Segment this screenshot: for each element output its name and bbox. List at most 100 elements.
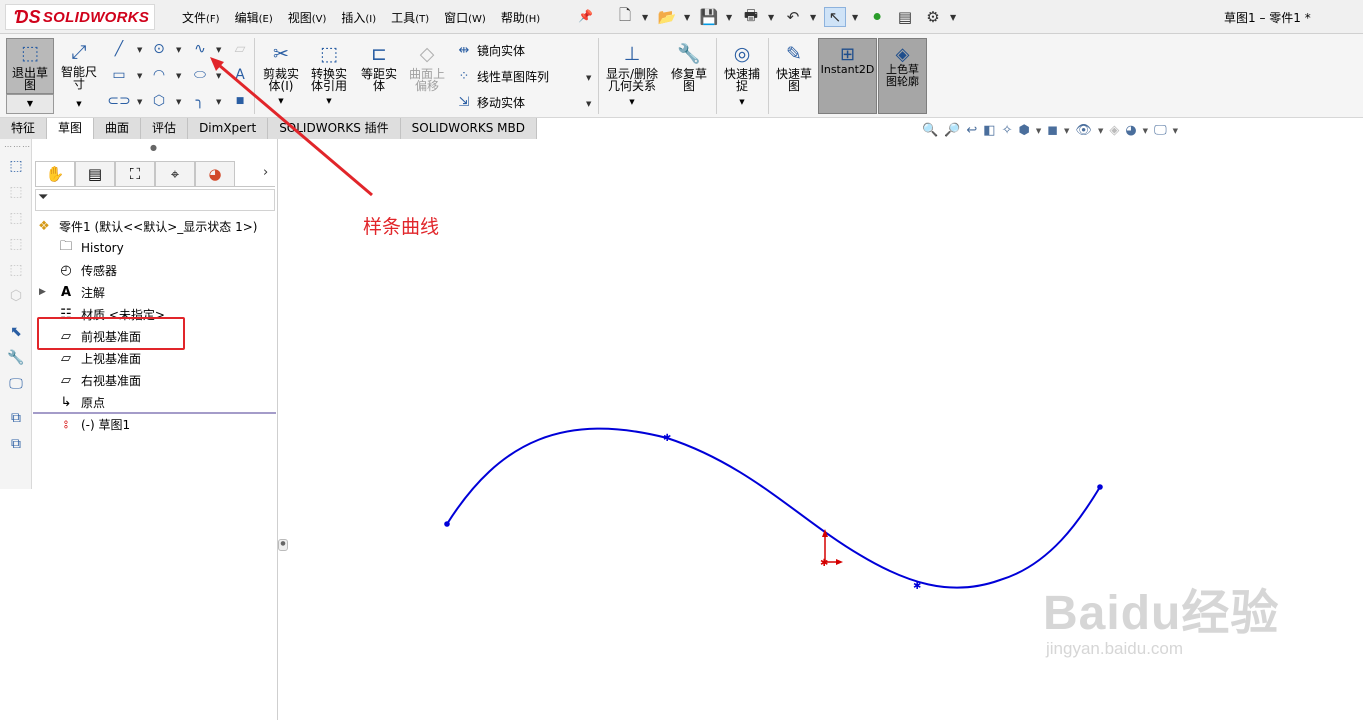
chevron-down-icon[interactable]: ▼ <box>216 98 221 106</box>
select-sketch-icon[interactable]: ⬉ <box>7 323 25 341</box>
tree-item-right-plane[interactable]: ▱ 右视基准面 <box>57 371 141 389</box>
select-cursor-icon[interactable]: ↖ <box>824 7 846 27</box>
display-manager-tab-icon[interactable]: ◕ <box>195 161 235 186</box>
panel-splitter[interactable]: ● <box>278 139 290 720</box>
chevron-down-icon[interactable]: ▼ <box>950 13 958 22</box>
layers-icon[interactable]: ⧉ <box>7 409 25 427</box>
chevron-down-icon[interactable]: ▼ <box>137 46 142 54</box>
rollback-bar[interactable] <box>33 412 276 414</box>
chevron-down-icon[interactable]: ▼ <box>216 46 221 54</box>
text-icon[interactable]: A <box>231 66 249 84</box>
circle-icon[interactable]: ⊙ <box>150 40 168 58</box>
file-properties-icon[interactable]: ▤ <box>894 7 916 27</box>
property-manager-tab-icon[interactable]: ▤ <box>75 161 115 186</box>
dynamic-annotation-icon[interactable]: ✧ <box>1002 123 1013 138</box>
display-style-icon[interactable]: ◼ <box>1047 123 1058 138</box>
view-settings-monitor-icon[interactable]: 🖵 <box>1154 123 1167 138</box>
chevron-down-icon[interactable]: ▼ <box>326 95 331 107</box>
open-folder-icon[interactable]: 📂 <box>656 7 678 27</box>
wrench-settings-icon[interactable]: 🔧 <box>7 349 25 367</box>
hide-show-items-icon[interactable]: 👁 <box>1075 123 1092 138</box>
expand-arrow-icon[interactable]: ▶ <box>39 287 46 297</box>
move-entities-button[interactable]: ⇲ 移动实体 <box>455 94 525 111</box>
chevron-down-icon[interactable]: ▼ <box>852 13 860 22</box>
view-orientation-icon[interactable]: ⬢ <box>1018 123 1029 138</box>
fillet-icon[interactable]: ╮ <box>191 92 209 110</box>
spline-control-point[interactable]: ✱ <box>913 581 921 592</box>
chevron-down-icon[interactable]: ▼ <box>1143 127 1148 135</box>
previous-view-icon[interactable]: ↩ <box>966 123 977 138</box>
chevron-down-icon[interactable]: ▼ <box>216 72 221 80</box>
convert-entities-button[interactable]: ⬚ 转换实体引用 ▼ <box>306 42 352 107</box>
point-icon[interactable]: ■ <box>231 92 249 110</box>
chevron-down-icon[interactable]: ▼ <box>1036 127 1041 135</box>
tab-addins[interactable]: SOLIDWORKS 插件 <box>268 118 401 139</box>
chevron-right-icon[interactable]: › <box>263 161 275 186</box>
tree-item-origin[interactable]: ↳ 原点 <box>57 393 105 411</box>
chevron-down-icon[interactable]: ▼ <box>1098 127 1103 135</box>
menu-file[interactable]: 文件(F) <box>182 9 220 26</box>
tab-surfaces[interactable]: 曲面 <box>94 118 142 139</box>
menu-insert[interactable]: 插入(I) <box>341 9 376 26</box>
panel-grip-icon[interactable]: ● <box>150 143 157 152</box>
tab-dimxpert[interactable]: DimXpert <box>188 118 269 139</box>
chevron-down-icon[interactable]: ▼ <box>684 13 692 22</box>
tree-root-part[interactable]: ❖ 零件1 (默认<<默认>_显示状态 1>) <box>35 217 257 235</box>
menu-view[interactable]: 视图(V) <box>288 9 327 26</box>
instant2d-button[interactable]: ⊞ Instant2D <box>818 38 877 114</box>
line-icon[interactable]: ╱ <box>110 40 128 58</box>
dimxpert-manager-tab-icon[interactable]: ⌖ <box>155 161 195 186</box>
chevron-down-icon[interactable]: ▼ <box>586 74 591 82</box>
zoom-to-fit-icon[interactable]: 🔍 <box>922 123 938 138</box>
chevron-down-icon[interactable]: ▼ <box>176 72 181 80</box>
chevron-down-icon[interactable]: ▼ <box>137 72 142 80</box>
exit-sketch-button[interactable]: ⬚ 退出草图 <box>6 38 54 94</box>
tree-item-sketch1[interactable]: ⦂ (-) 草图1 <box>57 415 130 433</box>
chevron-down-icon[interactable]: ▼ <box>176 46 181 54</box>
ellipse-icon[interactable]: ⬭ <box>191 66 209 84</box>
shaded-sketch-contours-button[interactable]: ◈ 上色草图轮廓 <box>878 38 927 114</box>
chevron-down-icon[interactable]: ▼ <box>642 13 650 22</box>
smart-dimension-button[interactable]: ⤢ 智能尺寸 ▼ <box>58 40 100 110</box>
tree-item-annotations[interactable]: ▶ A 注解 <box>39 283 105 301</box>
section-view-icon[interactable]: ◧ <box>983 123 995 138</box>
tab-sketch[interactable]: 草图 <box>47 118 95 139</box>
chevron-down-icon[interactable]: ▼ <box>586 100 591 108</box>
quick-snaps-button[interactable]: ◎ 快速捕捉 ▼ <box>720 42 764 108</box>
grip-handle[interactable]: ⋯⋯⋯ <box>4 142 31 151</box>
options-gear-icon[interactable]: ⚙ <box>922 7 944 27</box>
mirror-entities-button[interactable]: ⇹ 镜向实体 <box>455 42 525 59</box>
spline-icon[interactable]: ∿ <box>191 40 209 58</box>
menu-tools[interactable]: 工具(T) <box>391 9 429 26</box>
polygon-icon[interactable]: ⬡ <box>150 92 168 110</box>
exit-sketch-dropdown[interactable]: ▼ <box>6 94 54 114</box>
pin-icon[interactable]: 📌 <box>578 9 593 23</box>
chevron-down-icon[interactable]: ▼ <box>137 98 142 106</box>
trim-entities-button[interactable]: ✂ 剪裁实体(I) ▼ <box>258 42 304 107</box>
menu-edit[interactable]: 编辑(E) <box>235 9 273 26</box>
print-icon[interactable]: 🖶 <box>740 6 762 27</box>
chevron-down-icon[interactable]: ▼ <box>1064 127 1069 135</box>
chevron-down-icon[interactable]: ▼ <box>176 98 181 106</box>
new-document-icon[interactable]: 🗋 <box>614 6 636 27</box>
rapid-sketch-button[interactable]: ✎ 快速草图 <box>772 42 816 93</box>
spline-curve[interactable] <box>446 427 1101 589</box>
part-view-icon[interactable]: ⬚ <box>7 157 25 175</box>
tab-evaluate[interactable]: 评估 <box>141 118 189 139</box>
tree-item-history[interactable]: 🗀 History <box>57 239 123 257</box>
chevron-down-icon[interactable]: ▼ <box>810 13 818 22</box>
chevron-down-icon[interactable]: ▼ <box>739 96 744 108</box>
arc-icon[interactable]: ◠ <box>150 66 168 84</box>
slot-icon[interactable]: ⊂⊃ <box>107 92 130 110</box>
solidworks-logo[interactable]: ƊS SOLIDWORKS <box>5 4 155 30</box>
chevron-down-icon[interactable]: ▼ <box>768 13 776 22</box>
tab-mbd[interactable]: SOLIDWORKS MBD <box>400 118 537 139</box>
rectangle-icon[interactable]: ▭ <box>110 66 128 84</box>
tree-filter[interactable]: ⏷ <box>35 189 275 211</box>
tree-item-top-plane[interactable]: ▱ 上视基准面 <box>57 349 141 367</box>
spline-control-point[interactable]: ✱ <box>663 433 671 444</box>
chevron-down-icon[interactable]: ▼ <box>278 95 283 107</box>
offset-entities-button[interactable]: ⊏ 等距实体 <box>356 42 402 93</box>
spline-start-point[interactable] <box>444 521 450 527</box>
linear-pattern-button[interactable]: ⁘ 线性草图阵列 <box>455 68 549 85</box>
